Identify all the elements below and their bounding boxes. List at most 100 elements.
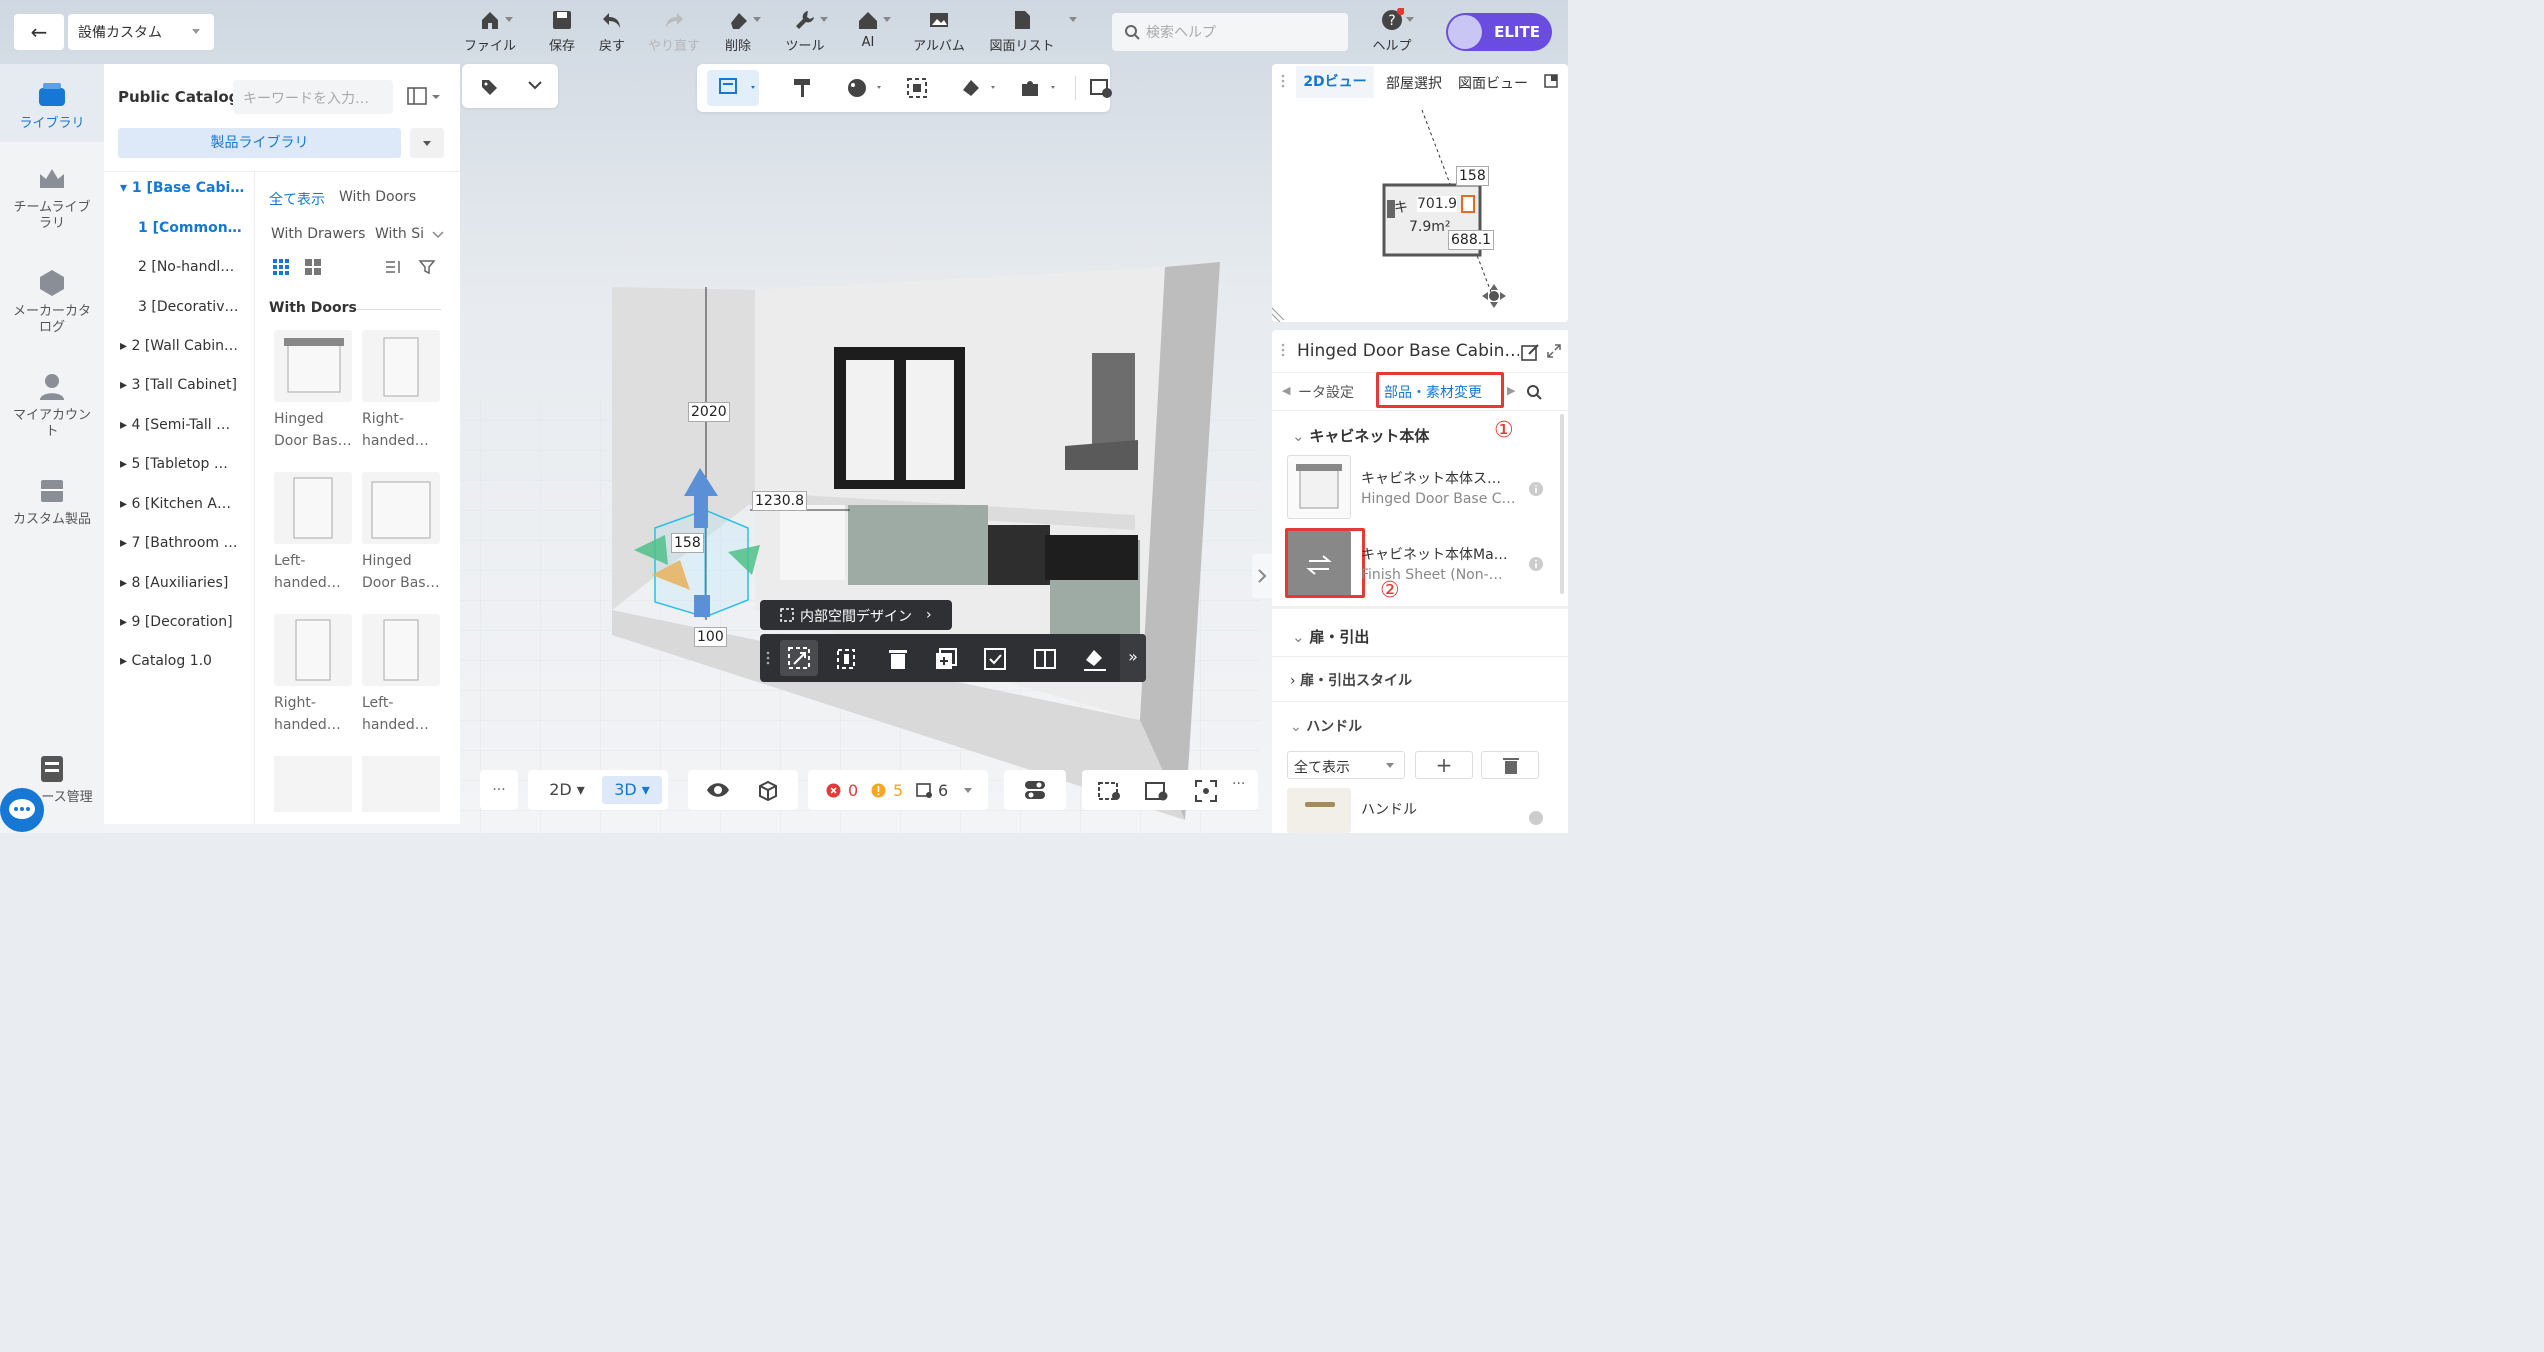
info-icon[interactable]: [1528, 556, 1544, 572]
chevron-double-right-icon[interactable]: »: [1120, 634, 1146, 682]
delete-handle-button[interactable]: [1481, 751, 1539, 779]
cube-view-button[interactable]: [756, 779, 780, 803]
save-button[interactable]: 保存: [545, 8, 579, 56]
scrollbar[interactable]: [1560, 414, 1564, 594]
view-2d-button[interactable]: 2D ▾: [536, 776, 598, 804]
drag-handle-icon[interactable]: [766, 651, 770, 665]
tag-button[interactable]: [480, 78, 498, 96]
info-icon[interactable]: [1528, 810, 1544, 826]
props-search-button[interactable]: [1526, 384, 1542, 400]
product-thumbnail[interactable]: [274, 756, 352, 812]
tab-next-arrow-icon[interactable]: ▶: [1507, 384, 1515, 397]
section-handle[interactable]: ⌄ ハンドル: [1290, 716, 1362, 736]
grid-large-view-button[interactable]: [304, 258, 322, 276]
expand-button[interactable]: [1546, 343, 1562, 359]
select-mode-button[interactable]: [707, 70, 759, 106]
filter-with-sink[interactable]: With Si: [375, 226, 424, 242]
paint-object-button[interactable]: [1082, 646, 1108, 672]
material-button[interactable]: [845, 76, 885, 100]
align-button[interactable]: [834, 646, 860, 672]
chat-button[interactable]: [0, 788, 44, 832]
camera-settings-button[interactable]: [1144, 779, 1170, 803]
layout-toggle-button[interactable]: [406, 84, 442, 110]
album-button[interactable]: アルバム: [912, 8, 966, 56]
chevron-down-icon[interactable]: [528, 80, 542, 90]
mirror-button[interactable]: [1032, 646, 1058, 672]
tab-room-select[interactable]: 部屋選択: [1386, 73, 1442, 93]
nav-library[interactable]: ライブラリ: [0, 64, 104, 142]
handle-thumbnail[interactable]: [1287, 788, 1351, 833]
nav-custom-products[interactable]: カスタム製品: [0, 476, 104, 536]
delete-object-button[interactable]: [885, 646, 911, 672]
status-counters[interactable]: 0 5 6: [808, 770, 988, 810]
tree-item[interactable]: ▸ 6 [Kitchen A…: [120, 496, 256, 512]
tree-item[interactable]: 3 [Decorativ…: [138, 299, 256, 315]
section-doors[interactable]: ⌄ 扉・引出: [1292, 626, 1369, 647]
edit-button[interactable]: [1520, 342, 1540, 362]
library-dropdown-button[interactable]: [410, 128, 444, 158]
design-name-select[interactable]: 設備カスタム: [68, 14, 214, 50]
product-card[interactable]: Hinged Door Bas…: [362, 472, 442, 594]
back-button[interactable]: ←: [14, 14, 64, 50]
elite-badge[interactable]: ELITE: [1446, 13, 1552, 51]
info-icon[interactable]: [1528, 481, 1544, 497]
catalog-search-input[interactable]: キーワードを入力…: [233, 80, 393, 114]
product-card[interactable]: Left-handed…: [362, 614, 442, 736]
tree-item[interactable]: 2 [No-handl…: [138, 259, 256, 275]
view-3d-button[interactable]: 3D ▾: [602, 776, 662, 804]
fit-button[interactable]: [905, 76, 929, 100]
redo-button[interactable]: やり直す: [645, 8, 703, 56]
help-search-input[interactable]: 検索ヘルプ: [1112, 13, 1348, 51]
section-door-style[interactable]: › 扉・引出スタイル: [1290, 670, 1412, 690]
filter-button[interactable]: [418, 258, 436, 276]
product-card[interactable]: Right-handed…: [274, 614, 354, 736]
render-settings-button[interactable]: [1089, 76, 1113, 100]
section-cabinet-body[interactable]: ⌄ キャビネット本体: [1292, 425, 1429, 446]
tab-drawing-view[interactable]: 図面ビュー: [1458, 73, 1528, 93]
duplicate-button[interactable]: [933, 646, 959, 672]
collapse-panel-button[interactable]: [1252, 554, 1272, 598]
interior-design-button[interactable]: 内部空間デザイン ›: [760, 600, 952, 630]
product-card[interactable]: Left-handed…: [274, 472, 354, 594]
grid-small-view-button[interactable]: [272, 258, 290, 276]
tools-menu-button[interactable]: ツール: [783, 8, 828, 56]
filter-all[interactable]: 全て表示: [269, 189, 325, 209]
drag-handle-icon[interactable]: [1280, 74, 1286, 88]
product-card[interactable]: Right-handed…: [362, 330, 442, 452]
toggle-settings-button[interactable]: [1004, 770, 1066, 810]
tab-data-settings[interactable]: ータ設定: [1298, 382, 1354, 402]
tree-item[interactable]: ▸ 7 [Bathroom …: [120, 535, 256, 551]
visibility-button[interactable]: [706, 780, 730, 800]
nav-maker-catalog[interactable]: メーカーカタログ: [0, 268, 104, 348]
library-select[interactable]: 製品ライブラリ: [118, 128, 401, 158]
tree-item[interactable]: ▸ 8 [Auxiliaries]: [120, 575, 256, 591]
undo-button[interactable]: 戻す: [595, 8, 629, 56]
file-menu-button[interactable]: ファイル: [463, 8, 517, 56]
nav-team-library[interactable]: チームライブラリ: [0, 164, 104, 244]
tree-item[interactable]: ▸ Catalog 1.0: [120, 653, 256, 669]
tree-item[interactable]: ▸ 5 [Tabletop …: [120, 456, 256, 472]
drag-handle-icon[interactable]: [1280, 343, 1286, 357]
product-thumbnail[interactable]: [362, 756, 440, 812]
tree-item[interactable]: ▾ 1 [Base Cabi…: [120, 180, 270, 196]
sort-button[interactable]: [384, 258, 402, 276]
filter-with-doors[interactable]: With Doors: [339, 189, 416, 205]
tree-item[interactable]: ▸ 3 [Tall Cabinet]: [120, 377, 256, 393]
paint-bucket-button[interactable]: [959, 76, 999, 100]
part-thumbnail[interactable]: [1287, 455, 1351, 519]
handle-filter-select[interactable]: 全て表示: [1287, 751, 1405, 779]
ai-menu-button[interactable]: AI: [855, 8, 891, 56]
filter-with-drawers[interactable]: With Drawers: [271, 226, 365, 242]
tab-prev-arrow-icon[interactable]: ◀: [1282, 384, 1290, 397]
format-paint-button[interactable]: [791, 76, 815, 100]
resize-button[interactable]: [780, 640, 818, 676]
tab-2d-view[interactable]: 2Dビュー: [1296, 66, 1374, 98]
tree-item[interactable]: ▸ 4 [Semi-Tall …: [120, 417, 256, 433]
replace-button[interactable]: [982, 646, 1008, 672]
drawing-list-button[interactable]: 図面リスト: [988, 8, 1077, 56]
nav-my-account[interactable]: マイアカウント: [0, 372, 104, 452]
tree-item[interactable]: ▸ 2 [Wall Cabin…: [120, 338, 256, 354]
minimap-toggle-button[interactable]: [1544, 74, 1558, 88]
screenshot-button[interactable]: [1096, 779, 1122, 803]
camera-more-button[interactable]: ···: [1232, 776, 1245, 792]
